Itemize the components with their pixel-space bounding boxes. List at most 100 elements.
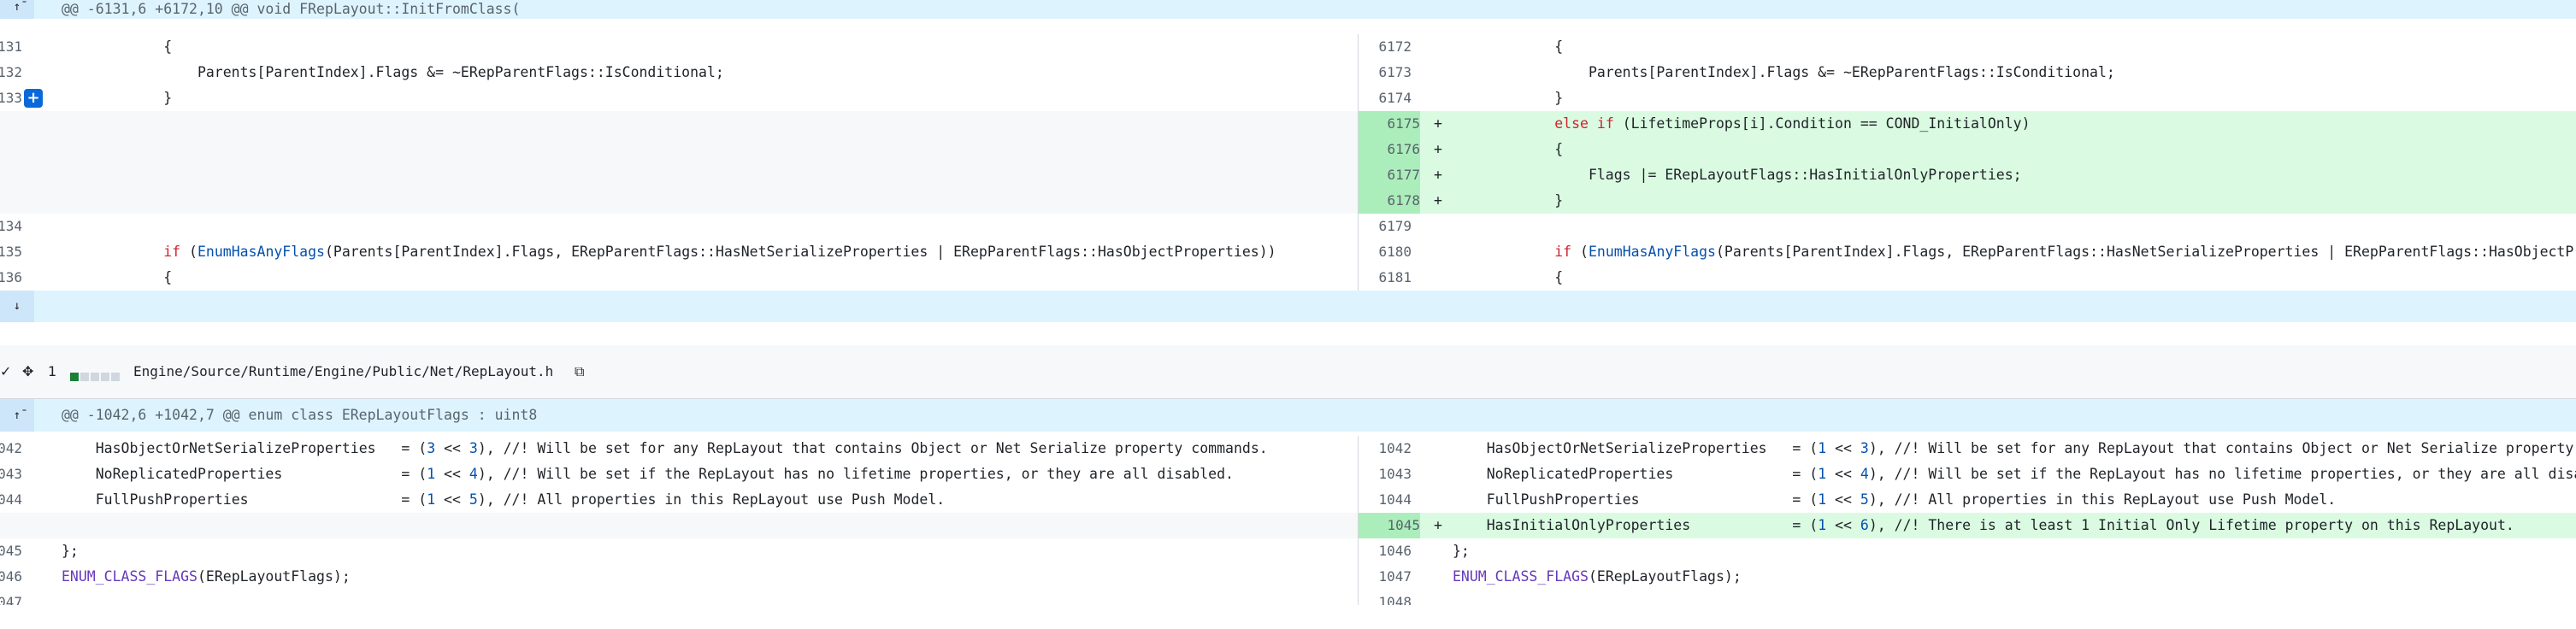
diffstat-neutral-block	[111, 373, 120, 381]
file-path[interactable]: Engine/Source/Runtime/Engine/Public/Net/…	[133, 362, 553, 381]
code-line: HasObjectOrNetSerializeProperties = (3 <…	[95, 440, 1268, 456]
diff-left: 045 };	[0, 538, 1358, 564]
diff-row: 045 }; 1046 };	[0, 538, 2576, 564]
expand-up-icon[interactable]: ↑̄	[0, 0, 34, 19]
add-comment-button[interactable]: +	[24, 89, 43, 108]
line-number[interactable]: 044	[0, 487, 22, 513]
code-line: {	[62, 38, 173, 55]
code-line: Parents[ParentIndex].Flags &= ~ERepParen…	[1453, 64, 2115, 80]
line-number[interactable]: 6179	[1360, 214, 1412, 239]
line-number[interactable]: 136	[0, 265, 22, 291]
line-number[interactable]: 046	[0, 564, 22, 590]
chevron-check-icon[interactable]: ✓	[0, 362, 11, 381]
diff-right-added: 6175 + else if (LifetimeProps[i].Conditi…	[1358, 111, 2576, 137]
diff-right: 1043 NoReplicatedProperties = (1 << 4), …	[1358, 461, 2576, 487]
diff-row-added: 6176 + {	[0, 137, 2576, 162]
line-number[interactable]: 6180	[1360, 239, 1412, 265]
code-line: NoReplicatedProperties = (1 << 4), //! W…	[95, 466, 1234, 482]
add-marker: +	[1434, 115, 1442, 132]
hunk-header-text: @@ -1042,6 +1042,7 @@ enum class ERepLay…	[62, 407, 538, 423]
expand-down-icon[interactable]: ↓	[0, 291, 34, 322]
code-line: };	[62, 543, 79, 559]
line-number[interactable]: 131	[0, 34, 22, 60]
code-line: Parents[ParentIndex].Flags &= ~ERepParen…	[62, 64, 724, 80]
copy-icon[interactable]: ⧉	[575, 362, 584, 381]
code-line: FullPushProperties = (1 << 5), //! All p…	[95, 491, 946, 508]
line-number[interactable]: 6177	[1359, 162, 1420, 188]
expand-up-icon[interactable]: ↑̄	[0, 399, 34, 432]
line-number[interactable]: 6178	[1359, 188, 1420, 214]
diff-row: 046 ENUM_CLASS_FLAGS(ERepLayoutFlags); 1…	[0, 564, 2576, 590]
move-icon[interactable]: ✥	[22, 362, 33, 381]
diff-left-empty	[0, 162, 1358, 188]
line-number[interactable]: 1045	[1359, 513, 1420, 538]
add-marker: +	[1434, 141, 1442, 157]
line-number[interactable]: 6176	[1359, 137, 1420, 162]
diff-row: 132 Parents[ParentIndex].Flags &= ~ERepP…	[0, 60, 2576, 85]
diff-left: 135 if (EnumHasAnyFlags(Parents[ParentIn…	[0, 239, 1358, 265]
add-marker: +	[1434, 167, 1442, 183]
code-line: ENUM_CLASS_FLAGS(ERepLayoutFlags);	[62, 568, 351, 585]
line-number[interactable]: 1046	[1360, 538, 1412, 564]
line-number[interactable]: 135	[0, 239, 22, 265]
line-number[interactable]: 134	[0, 214, 22, 239]
file-separator	[0, 322, 2576, 346]
line-number[interactable]: 1043	[1360, 461, 1412, 487]
diff-right: 6181 {	[1358, 265, 2576, 291]
code-line: ENUM_CLASS_FLAGS(ERepLayoutFlags);	[1453, 568, 1742, 585]
diffstat-added-block	[70, 373, 79, 381]
diff-row: 136 { 6181 {	[0, 265, 2576, 291]
diff-row-added: 1045 + HasInitialOnlyProperties = (1 << …	[0, 513, 2576, 538]
code-line: };	[1453, 543, 1470, 559]
code-line: {	[62, 269, 173, 285]
code-line: Flags |= ERepLayoutFlags::HasInitialOnly…	[1453, 167, 2022, 183]
diff-left-empty	[0, 188, 1358, 214]
file-header: ✓ ✥ 1 Engine/Source/Runtime/Engine/Publi…	[0, 345, 2576, 399]
diff-row: 135 if (EnumHasAnyFlags(Parents[ParentIn…	[0, 239, 2576, 265]
line-number[interactable]: 6174	[1360, 85, 1412, 111]
diff-right: 6180 if (EnumHasAnyFlags(Parents[ParentI…	[1358, 239, 2576, 265]
line-number[interactable]: 133	[0, 85, 22, 111]
diff-left-empty	[0, 137, 1358, 162]
hunk-header-text: @@ -6131,6 +6172,10 @@ void FRepLayout::…	[62, 1, 521, 17]
line-number[interactable]: 6181	[1360, 265, 1412, 291]
diffstat-neutral-block	[101, 373, 109, 381]
line-number[interactable]: 042	[0, 436, 22, 461]
line-number[interactable]: 1048	[1360, 590, 1412, 605]
diff-left: 044 FullPushProperties = (1 << 5), //! A…	[0, 487, 1358, 513]
line-number[interactable]: 1042	[1360, 436, 1412, 461]
diff-right: 6172 {	[1358, 34, 2576, 60]
diff-row: 131 { 6172 {	[0, 34, 2576, 60]
line-number[interactable]: 043	[0, 461, 22, 487]
diff-row: 044 FullPushProperties = (1 << 5), //! A…	[0, 487, 2576, 513]
line-number[interactable]: 6175	[1359, 111, 1420, 137]
code-line: {	[1453, 141, 1564, 157]
diffstat	[70, 368, 121, 381]
diff-row: 134 6179	[0, 214, 2576, 239]
diff-right-added: 6177 + Flags |= ERepLayoutFlags::HasInit…	[1358, 162, 2576, 188]
line-number[interactable]: 045	[0, 538, 22, 564]
diff-right: 1044 FullPushProperties = (1 << 5), //! …	[1358, 487, 2576, 513]
line-number[interactable]: 1047	[1360, 564, 1412, 590]
diff-left: 046 ENUM_CLASS_FLAGS(ERepLayoutFlags);	[0, 564, 1358, 590]
add-marker: +	[1434, 517, 1442, 533]
code-line: {	[1453, 269, 1564, 285]
line-number[interactable]: 047	[0, 590, 22, 605]
line-number[interactable]: 1044	[1360, 487, 1412, 513]
hunk-header: ↑̄ @@ -6131,6 +6172,10 @@ void FRepLayou…	[0, 0, 2576, 19]
diff-row: 043 NoReplicatedProperties = (1 << 4), /…	[0, 461, 2576, 487]
diff-left: 134	[0, 214, 1358, 239]
line-number[interactable]: 6172	[1360, 34, 1412, 60]
hunk-expander-bottom: ↓	[0, 291, 2576, 322]
code-line: FullPushProperties = (1 << 5), //! All p…	[1486, 491, 2337, 508]
line-number[interactable]: 132	[0, 60, 22, 85]
code-line: if (EnumHasAnyFlags(Parents[ParentIndex]…	[1554, 244, 2576, 260]
diff-right: 1042 HasObjectOrNetSerializeProperties =…	[1358, 436, 2576, 461]
diff-right: 6179	[1358, 214, 2576, 239]
diff-row-added: 6177 + Flags |= ERepLayoutFlags::HasInit…	[0, 162, 2576, 188]
code-line: {	[1453, 38, 1564, 55]
diff-left-empty	[0, 111, 1358, 137]
diff-row: 047 1048	[0, 590, 2576, 605]
line-number[interactable]: 6173	[1360, 60, 1412, 85]
code-line: HasInitialOnlyProperties = (1 << 6), //!…	[1486, 517, 2514, 533]
